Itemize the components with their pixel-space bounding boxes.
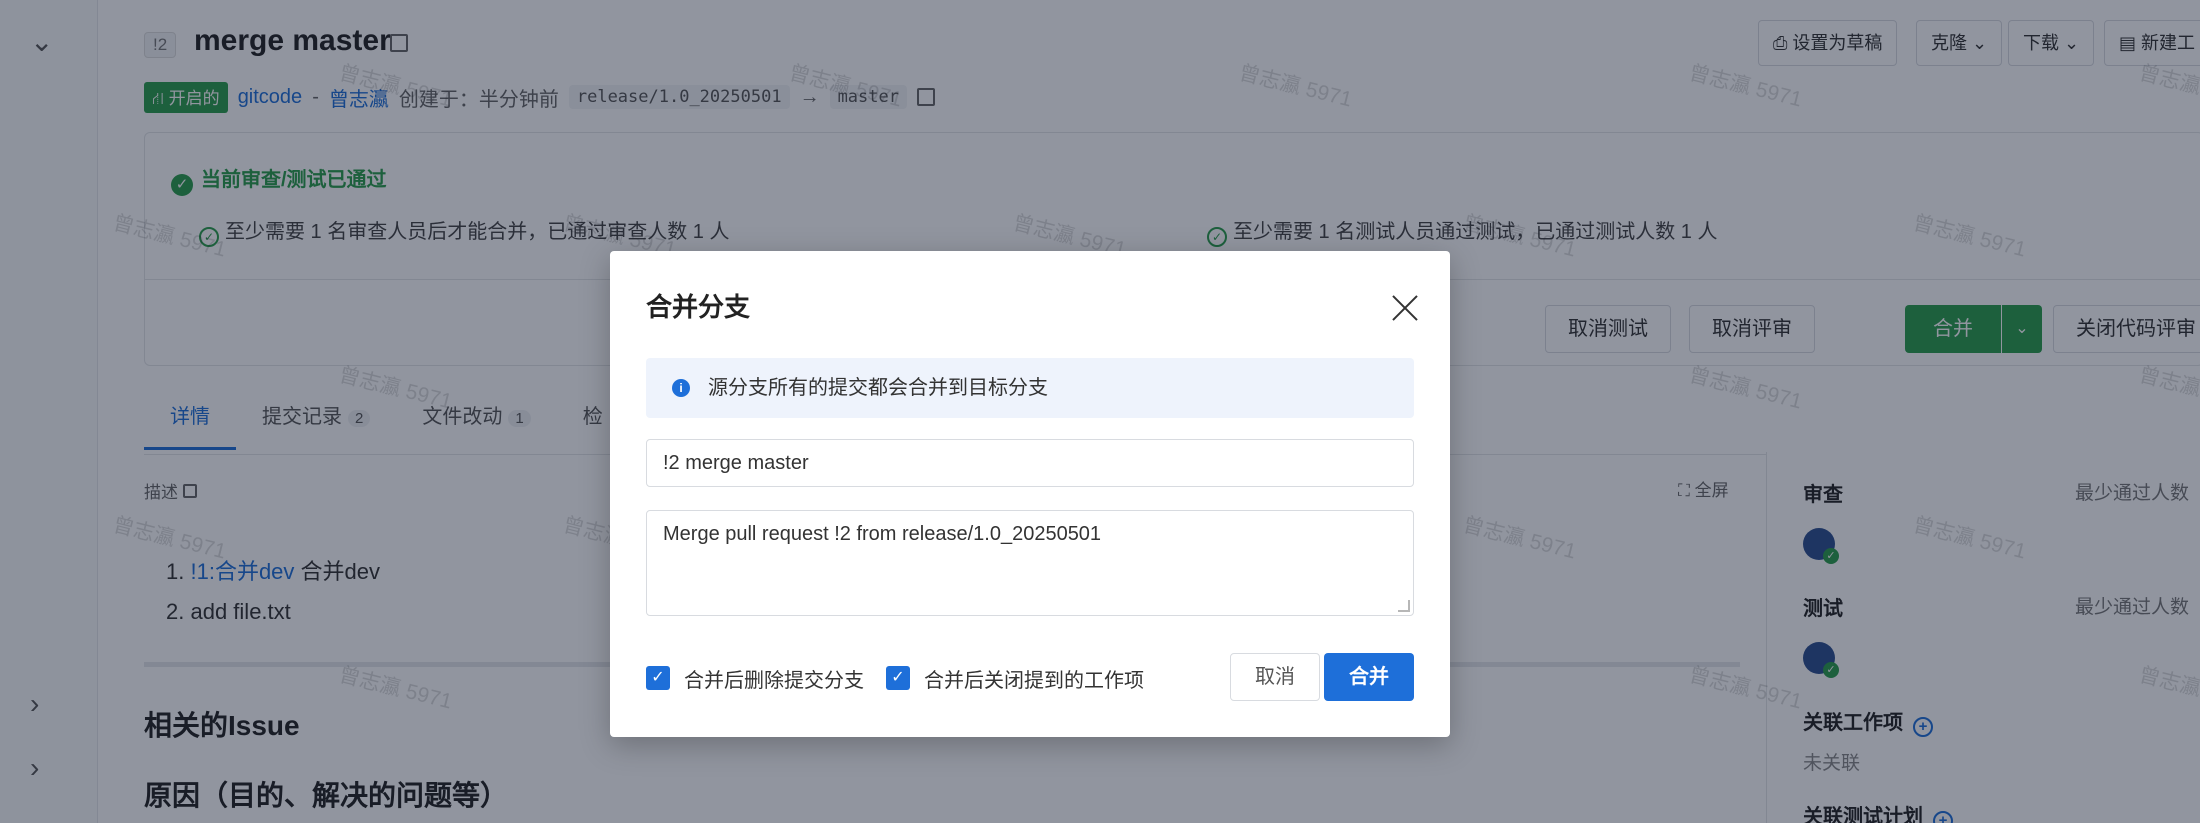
- resize-handle[interactable]: [1398, 600, 1410, 612]
- close-icon[interactable]: [1388, 291, 1422, 325]
- close-items-label: 合并后关闭提到的工作项: [924, 669, 1144, 692]
- info-text: 源分支所有的提交都会合并到目标分支: [708, 377, 1048, 399]
- merge-message-textarea[interactable]: Merge pull request !2 from release/1.0_2…: [646, 510, 1414, 616]
- info-icon: i: [672, 379, 690, 397]
- merge-dialog: 合并分支 i 源分支所有的提交都会合并到目标分支 Merge pull requ…: [610, 251, 1450, 737]
- info-banner: i 源分支所有的提交都会合并到目标分支: [646, 358, 1414, 418]
- close-items-checkbox[interactable]: ✓: [886, 666, 910, 690]
- delete-branch-checkbox[interactable]: ✓: [646, 666, 670, 690]
- delete-branch-option[interactable]: ✓ 合并后删除提交分支: [646, 663, 864, 693]
- cancel-button[interactable]: 取消: [1230, 653, 1320, 701]
- delete-branch-label: 合并后删除提交分支: [684, 669, 864, 692]
- merge-title-input[interactable]: [646, 439, 1414, 487]
- confirm-merge-button[interactable]: 合并: [1324, 653, 1414, 701]
- dialog-title: 合并分支: [646, 292, 751, 322]
- close-items-option[interactable]: ✓ 合并后关闭提到的工作项: [886, 663, 1144, 693]
